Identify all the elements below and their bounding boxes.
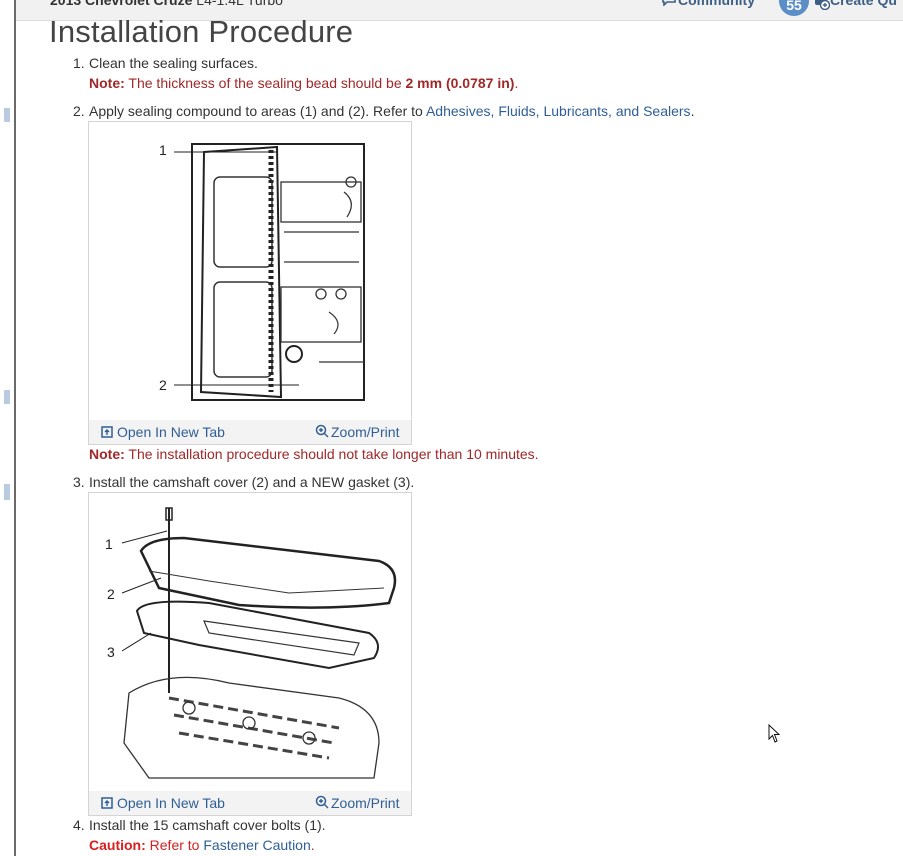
zoom-print-button[interactable]: Zoom/Print: [315, 424, 399, 440]
open-new-tab-button[interactable]: Open In New Tab: [101, 795, 225, 811]
figure-sealing-areas: 1 2 Open In New Tab Zoom/Print: [88, 121, 412, 445]
figure-toolbar: Open In New Tab Zoom/Print: [89, 420, 411, 444]
callout-2: 2: [159, 377, 167, 393]
open-new-tab-icon: [101, 797, 113, 809]
sealing-compound-diagram: 1 2: [159, 142, 365, 401]
figure-toolbar: Open In New Tab Zoom/Print: [89, 791, 411, 815]
open-new-tab-button[interactable]: Open In New Tab: [101, 424, 225, 440]
callout-3: 3: [107, 644, 115, 660]
zoom-icon: [315, 424, 329, 438]
mouse-cursor-icon: [768, 724, 781, 743]
edge-mark: [4, 484, 10, 500]
zoom-print-button[interactable]: Zoom/Print: [315, 795, 399, 811]
community-count-badge[interactable]: 55: [779, 0, 809, 16]
note-sealing-bead: Note: The thickness of the sealing bead …: [89, 75, 519, 91]
caution-fastener: Caution: Refer to Fastener Caution.: [89, 837, 315, 853]
sealers-link[interactable]: Adhesives, Fluids, Lubricants, and Seale…: [426, 103, 691, 119]
camshaft-cover-diagram: 1 2 3: [105, 507, 397, 779]
chat-icon[interactable]: [662, 0, 676, 6]
step-4: 4. Install the 15 camshaft cover bolts (1…: [73, 817, 326, 833]
step-1: 1. Clean the sealing surfaces.: [73, 55, 258, 71]
open-new-tab-icon: [101, 426, 113, 438]
edge-mark: [4, 390, 10, 404]
window-left-edge: [0, 0, 16, 856]
vehicle-title: 2013 Chevrolet Cruze L4-1.4L Turbo: [50, 0, 283, 8]
zoom-icon: [315, 795, 329, 809]
step-2: 2. Apply sealing compound to areas (1) an…: [73, 103, 695, 119]
step-3: 3. Install the camshaft cover (2) and a N…: [73, 474, 415, 490]
figure-camshaft-cover: 1 2 3 Open In New Tab Zoom/Print: [88, 492, 412, 816]
fastener-caution-link[interactable]: Fastener Caution: [203, 837, 310, 853]
community-link[interactable]: Community: [678, 0, 755, 8]
callout-1: 1: [105, 536, 113, 552]
note-duration: Note: The installation procedure should …: [89, 446, 539, 462]
callout-1: 1: [159, 142, 167, 158]
page-title: Installation Procedure: [49, 14, 354, 49]
edge-mark: [4, 108, 10, 122]
callout-2: 2: [107, 586, 115, 602]
create-question-icon[interactable]: [814, 0, 830, 10]
create-question-link[interactable]: Create Qu: [830, 0, 897, 8]
